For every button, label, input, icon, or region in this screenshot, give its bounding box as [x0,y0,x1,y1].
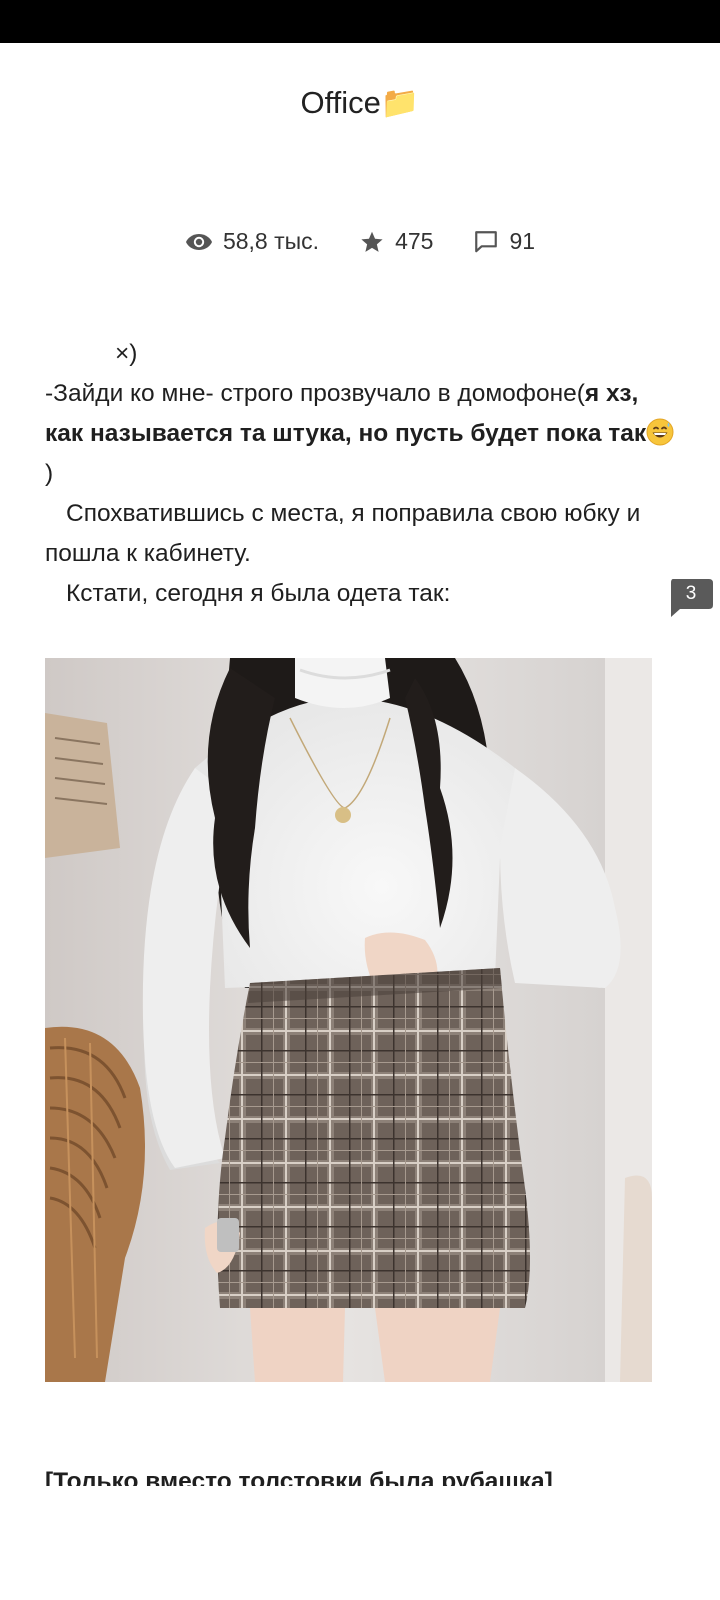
chapter-title-text: Office📁 [300,85,420,120]
caption-text: [Только вместо толстовки была рубашка] [45,1468,553,1486]
story-text: ×) -Зайди ко мне- строго прозвучало в до… [45,334,675,614]
story-line: ×) [45,334,675,374]
story-paragraph: Спохватившись с места, я поправила свою … [45,500,641,567]
outfit-image [45,658,652,1382]
eye-icon [185,233,212,250]
story-paragraph-intercom: -Зайди ко мне- строго прозвучало в домоф… [45,374,675,494]
paragraph-comment-count: 3 [685,583,697,604]
comments-count: 91 [509,228,536,254]
views-count: 58,8 тыс. [222,228,320,254]
author-note-close: ) [45,460,54,487]
grinning-sweat-emoji [646,418,674,446]
story-dialogue: -Зайди ко мне- строго прозвучало в домоф… [45,380,585,407]
status-bar [0,0,720,43]
views-stat: 58,8 тыс. [185,228,319,255]
chapter-title: Office📁 [0,82,720,124]
star-icon [361,231,383,252]
outfit-photo[interactable] [45,658,652,1382]
stats-row: 58,8 тыс. 475 91 [0,228,720,255]
comments-stat[interactable]: 91 [473,228,535,255]
story-line-1: ×) [115,340,138,367]
story-paragraph-outfit: Кстати, сегодня я была одета так: [66,580,451,607]
speech-bubble-icon [475,230,498,252]
paragraph-comment-button[interactable]: 3 [668,578,714,618]
stars-count: 475 [395,228,434,254]
stars-stat[interactable]: 475 [359,228,433,255]
